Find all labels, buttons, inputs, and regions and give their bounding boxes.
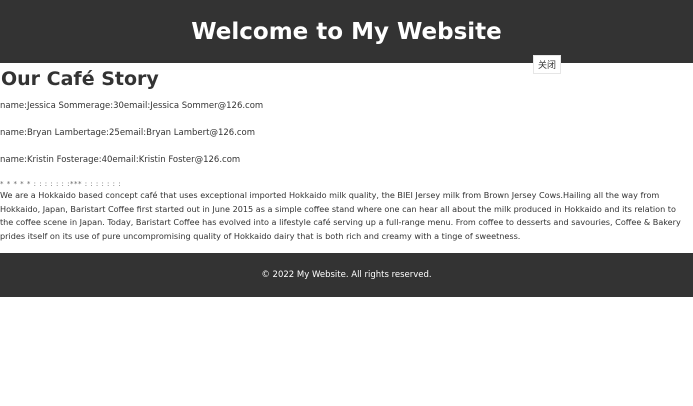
- footer-copyright: © 2022 My Website. All rights reserved.: [261, 270, 432, 280]
- page-title: Our Café Story: [1, 68, 159, 90]
- user-entry-3: name:Kristin Fosterage:40email:Kristin F…: [0, 155, 241, 165]
- rating-stars-line: * * * * * : : : : : : :*** : : : : : : :: [0, 180, 122, 188]
- main-content: Our Café Story name:Jessica Sommerage:30…: [0, 63, 693, 244]
- site-title: Welcome to My Website: [191, 18, 502, 45]
- user-entry-2: name:Bryan Lambertage:25email:Bryan Lamb…: [0, 128, 256, 138]
- user-entry-1: name:Jessica Sommerage:30email:Jessica S…: [0, 101, 264, 111]
- site-header: Welcome to My Website: [0, 0, 693, 63]
- story-paragraph: We are a Hokkaido based concept café tha…: [0, 190, 681, 242]
- site-footer: © 2022 My Website. All rights reserved.: [0, 253, 693, 297]
